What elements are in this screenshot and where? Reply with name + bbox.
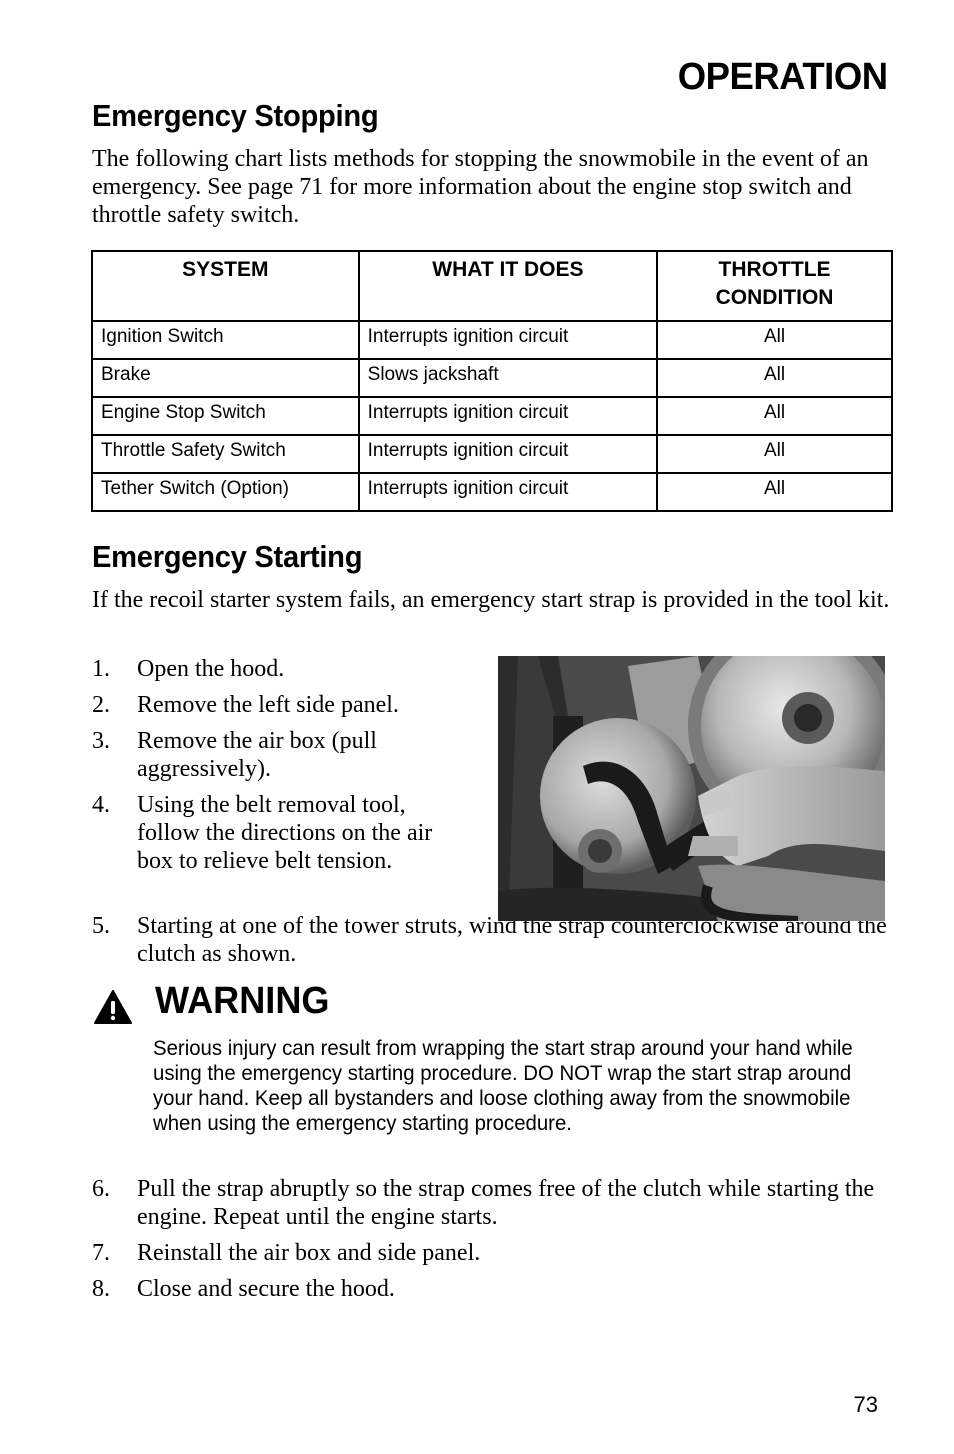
cell-throttle-condition: All: [656, 472, 893, 512]
list-item: 6. Pull the strap abruptly so the strap c…: [92, 1176, 875, 1230]
list-item: 7. Reinstall the air box and side panel.: [92, 1240, 481, 1266]
cell-throttle-condition: All: [656, 396, 893, 436]
list-item: 2. Remove the left side panel.: [92, 692, 399, 718]
cell-system: Engine Stop Switch: [91, 396, 360, 436]
cell-throttle-condition: All: [656, 434, 893, 474]
table-row: Brake Slows jackshaft All: [91, 358, 893, 398]
warning-body: Serious injury can result from wrapping …: [153, 1037, 853, 1135]
cell-system: Throttle Safety Switch: [91, 434, 360, 474]
cell-system: Tether Switch (Option): [91, 472, 360, 512]
list-item: 1. Open the hood.: [92, 656, 285, 682]
cell-system: Ignition Switch: [91, 320, 360, 360]
cell-throttle-condition: All: [656, 320, 893, 360]
page-number: 73: [853, 1392, 878, 1417]
emergency-starting-intro: If the recoil starter system fails, an e…: [92, 587, 890, 613]
cell-what-it-does: Slows jackshaft: [357, 358, 659, 398]
steps-list-step5: 5. Starting at one of the tower struts, w…: [92, 912, 892, 976]
steps-list-second: 6. Pull the strap abruptly so the strap c…: [92, 1175, 892, 1311]
emergency-stopping-table: SYSTEM WHAT IT DOES THROTTLE CONDITION I…: [91, 250, 893, 512]
warning-triangle-icon: [94, 990, 132, 1024]
section-header: OPERATION: [678, 56, 888, 98]
emergency-stopping-heading: Emergency Stopping: [92, 98, 379, 133]
table-row: Ignition Switch Interrupts ignition circ…: [91, 320, 893, 360]
cell-system: Brake: [91, 358, 360, 398]
column-header-what-it-does: WHAT IT DOES: [357, 250, 659, 322]
cell-what-it-does: Interrupts ignition circuit: [357, 320, 659, 360]
list-item: 3. Remove the air box (pull aggressively)…: [92, 728, 377, 782]
cell-what-it-does: Interrupts ignition circuit: [357, 434, 659, 474]
emergency-starting-heading: Emergency Starting: [92, 539, 363, 574]
column-header-throttle-condition: THROTTLE CONDITION: [656, 250, 893, 322]
steps-list-first: 1. Open the hood. 2. Remove the left side …: [92, 655, 452, 883]
emergency-stopping-intro: The following chart lists methods for st…: [92, 146, 869, 228]
list-item: 8. Close and secure the hood.: [92, 1276, 395, 1302]
table-row: Engine Stop Switch Interrupts ignition c…: [91, 396, 893, 436]
clutch-strap-photo: [498, 656, 885, 921]
table-row: Throttle Safety Switch Interrupts igniti…: [91, 434, 893, 474]
list-item: 4. Using the belt removal tool, follow th…: [92, 792, 433, 874]
cell-throttle-condition: All: [656, 358, 893, 398]
warning-title: WARNING: [155, 980, 330, 1022]
cell-what-it-does: Interrupts ignition circuit: [357, 396, 659, 436]
column-header-system: SYSTEM: [91, 250, 360, 322]
cell-what-it-does: Interrupts ignition circuit: [357, 472, 659, 512]
table-header-row: SYSTEM WHAT IT DOES THROTTLE CONDITION: [91, 250, 893, 322]
table-row: Tether Switch (Option) Interrupts igniti…: [91, 472, 893, 512]
clutch-photo-illustration: [498, 656, 885, 921]
